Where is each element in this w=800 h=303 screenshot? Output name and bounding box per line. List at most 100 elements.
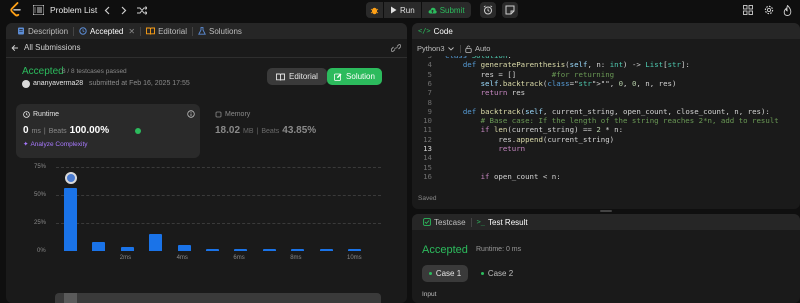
case-1-tab[interactable]: Case 1 <box>422 265 468 282</box>
code-line[interactable]: 8 <box>412 98 800 107</box>
language-select[interactable]: Python3 <box>417 44 454 53</box>
code-text: return <box>498 144 526 153</box>
code-text: # Base case: If the length of the string… <box>480 116 779 126</box>
line-number: 14 <box>423 153 432 163</box>
chevron-right-icon[interactable] <box>117 3 131 17</box>
submit-label: Submit <box>439 5 465 15</box>
saved-status: Saved <box>418 195 437 202</box>
code-line[interactable]: 10 # Base case: If the length of the str… <box>412 116 800 125</box>
flask-icon <box>198 27 206 35</box>
code-line[interactable]: 15 <box>412 163 800 172</box>
chart-bar[interactable] <box>92 242 106 251</box>
tab-description[interactable]: Description <box>12 23 73 39</box>
memory-value-row[interactable]: 18.02 MB | Beats 43.85% <box>215 125 316 136</box>
tab-testcase[interactable]: Testcase <box>418 214 471 230</box>
code-text: return res <box>480 88 526 98</box>
chart-bar[interactable] <box>262 248 276 251</box>
settings-gear-icon[interactable] <box>762 3 776 17</box>
layout-grid-icon[interactable] <box>741 3 755 17</box>
username[interactable]: ananyaverma28 <box>33 80 83 87</box>
code-line[interactable]: 16 if open_count < n: <box>412 172 800 181</box>
code-line[interactable]: 7 return res <box>412 88 800 97</box>
gridline <box>56 223 381 224</box>
code-line[interactable]: 14 <box>412 153 800 162</box>
tab-accepted[interactable]: Accepted ✕ <box>74 23 140 39</box>
all-submissions-label: All Submissions <box>24 43 81 52</box>
solution-button[interactable]: Solution <box>327 68 382 85</box>
list-icon[interactable] <box>33 5 44 15</box>
line-number: 9 <box>427 106 432 116</box>
chart-bar[interactable] <box>149 234 163 251</box>
leetcode-logo[interactable] <box>9 2 23 17</box>
shuffle-icon[interactable] <box>135 3 149 17</box>
notes-button[interactable] <box>502 2 518 18</box>
code-line[interactable]: 13 return <box>412 144 800 153</box>
arrow-left-icon <box>11 44 18 51</box>
code-line[interactable]: 12 res.append(current_string) <box>412 135 800 144</box>
chevron-left-icon[interactable] <box>100 3 114 17</box>
memory-value: 18.02 <box>215 125 241 136</box>
tab-test-result[interactable]: >_ Test Result <box>472 214 533 230</box>
analyze-complexity-link[interactable]: ✦ Analyze Complexity <box>23 140 88 149</box>
timer-button[interactable] <box>480 2 496 18</box>
history-icon <box>79 27 87 35</box>
language-value: Python3 <box>417 44 445 53</box>
chart-bar[interactable] <box>120 246 134 251</box>
runtime-distribution-chart[interactable]: 75% 50% 25% 0% 2ms4ms6ms8ms10ms 2ms4ms6m… <box>6 163 407 303</box>
code-line[interactable]: 4 def generateParenthesis(self, n: int) … <box>412 60 800 69</box>
submit-button[interactable]: Submit <box>421 2 471 18</box>
case-pass-dot <box>480 272 484 275</box>
solution-button-label: Solution <box>346 72 375 81</box>
result-status: Accepted <box>22 66 64 77</box>
tab-editorial-label: Editorial <box>158 26 187 36</box>
testcases-passed: 8 / 8 testcases passed <box>62 68 127 75</box>
problem-list-link[interactable]: Problem List <box>50 5 97 15</box>
code-editor[interactable]: 3class Solution:4 def generateParenthesi… <box>412 56 800 188</box>
code-line[interactable]: 6 self.backtrack(class="str">"", 0, 0, n… <box>412 79 800 88</box>
close-tab-icon[interactable]: ✕ <box>128 27 135 36</box>
share-link-icon[interactable] <box>391 44 401 52</box>
panel-resize-handle[interactable] <box>600 210 612 212</box>
chart-bar[interactable] <box>348 248 361 251</box>
case-pass-dot <box>428 272 432 275</box>
editorial-button[interactable]: Editorial <box>267 68 327 85</box>
runtime-card[interactable]: Runtime 0 ms | Beats 100.00% ✦ Analyze C… <box>16 104 200 158</box>
runtime-unit: ms <box>31 128 41 135</box>
case-2-tab[interactable]: Case 2 <box>474 265 520 282</box>
auto-label: Auto <box>475 44 491 53</box>
chart-bar[interactable] <box>64 188 77 251</box>
tab-solutions[interactable]: Solutions <box>193 23 247 39</box>
code-brackets-icon: </> <box>418 27 431 35</box>
code-text: res = [] #for returning <box>445 69 615 79</box>
chart-bar[interactable] <box>319 248 333 251</box>
avatar[interactable] <box>22 80 30 88</box>
chart-overview-strip[interactable]: 2ms4ms6ms8ms10ms <box>55 293 381 303</box>
fire-streak-icon[interactable] <box>780 3 794 17</box>
memory-label: Memory <box>225 111 251 118</box>
info-icon[interactable] <box>187 110 195 118</box>
code-line[interactable]: 9 def backtrack(self, current_string, op… <box>412 107 800 116</box>
terminal-icon: >_ <box>476 218 486 226</box>
chevron-down-icon <box>447 46 454 51</box>
memory-beats-value: 43.85% <box>282 125 317 136</box>
line-number: 6 <box>427 78 432 88</box>
run-button[interactable]: Run <box>384 2 421 18</box>
code-line[interactable]: 11 if len(current_string) == 2 * n: <box>412 125 800 134</box>
input-label: Input <box>422 291 437 298</box>
tab-editorial[interactable]: Editorial <box>141 23 192 39</box>
chart-bar[interactable] <box>177 245 191 251</box>
y-tick-label: 75% <box>34 164 47 170</box>
chart-bar[interactable] <box>206 248 219 251</box>
chart-bar[interactable] <box>291 248 305 251</box>
runtime-value-row: 0 ms | Beats 100.00% <box>23 125 109 136</box>
line-number: 11 <box>423 125 432 135</box>
auto-format-toggle[interactable]: Auto <box>465 44 490 53</box>
editorial-button-label: Editorial <box>289 72 318 81</box>
alarm-clock-icon <box>483 5 493 15</box>
code-panel-title: Code <box>433 26 453 36</box>
code-line[interactable]: 5 res = [] #for returning <box>412 70 800 79</box>
chart-bar[interactable] <box>234 248 248 251</box>
code-text: res.append(current_string) <box>445 134 615 144</box>
debug-button[interactable] <box>366 2 383 18</box>
all-submissions-link[interactable]: All Submissions <box>11 43 80 52</box>
